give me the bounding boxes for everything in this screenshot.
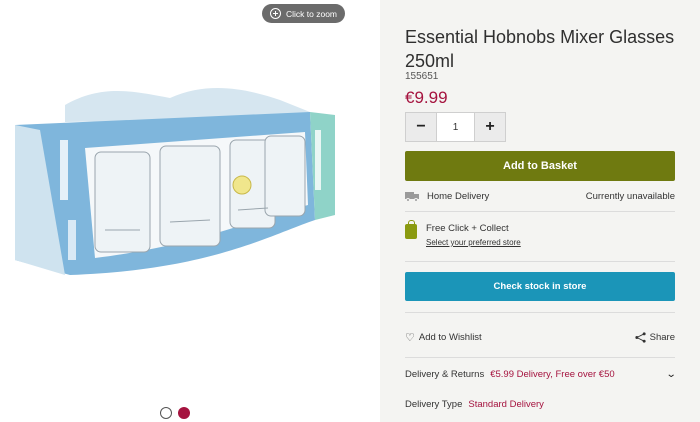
product-gallery: Click to zoom [0, 0, 380, 422]
divider [405, 357, 675, 358]
home-delivery-label: Home Delivery [427, 190, 490, 202]
delivery-type-row: Delivery Type Standard Delivery [405, 397, 675, 411]
delivery-returns-row[interactable]: Delivery & Returns €5.99 Delivery, Free … [405, 367, 676, 381]
zoom-plus-icon [270, 8, 281, 19]
quantity-decrease-button[interactable]: − [406, 113, 436, 141]
home-delivery-row: Home Delivery Currently unavailable [405, 189, 675, 203]
click-to-zoom-button[interactable]: Click to zoom [262, 4, 345, 23]
product-info-panel: Essential Hobnobs Mixer Glasses 250ml 15… [380, 0, 700, 422]
divider [405, 211, 675, 212]
chevron-down-icon[interactable]: ⌄ [665, 369, 676, 380]
add-to-wishlist-link[interactable]: Add to Wishlist [419, 332, 482, 343]
share-label: Share [649, 331, 675, 343]
click-collect-row: Free Click + Collect Select your preferr… [405, 220, 675, 247]
product-image[interactable] [10, 70, 340, 285]
delivery-type-value: Standard Delivery [468, 398, 544, 410]
gallery-pagination [160, 407, 190, 419]
divider [405, 261, 675, 262]
product-price: €9.99 [405, 88, 448, 107]
delivery-returns-value: €5.99 Delivery, Free over €50 [490, 368, 615, 380]
gallery-dot-2[interactable] [178, 407, 190, 419]
quantity-input[interactable]: 1 [436, 113, 475, 141]
product-sku: 155651 [405, 71, 439, 82]
quantity-stepper: − 1 + [405, 112, 506, 142]
share-button[interactable]: Share [635, 332, 675, 343]
product-title: Essential Hobnobs Mixer Glasses 250ml [405, 27, 675, 71]
select-store-link[interactable]: Select your preferred store [426, 238, 521, 247]
delivery-returns-label: Delivery & Returns [405, 368, 485, 380]
home-delivery-status: Currently unavailable [585, 190, 675, 202]
add-to-basket-button[interactable]: Add to Basket [405, 151, 675, 181]
click-collect-label: Free Click + Collect [426, 223, 509, 234]
wishlist-share-row: ♡ Add to Wishlist Share [405, 330, 675, 344]
heart-icon[interactable]: ♡ [405, 331, 415, 344]
zoom-label: Click to zoom [286, 8, 338, 19]
truck-icon [405, 191, 419, 202]
gallery-dot-1[interactable] [160, 407, 172, 419]
quantity-increase-button[interactable]: + [475, 113, 505, 141]
shopping-bag-icon [405, 220, 417, 239]
divider [405, 312, 675, 313]
share-icon [635, 331, 646, 343]
delivery-type-label: Delivery Type [405, 398, 463, 410]
check-stock-button[interactable]: Check stock in store [405, 272, 675, 301]
